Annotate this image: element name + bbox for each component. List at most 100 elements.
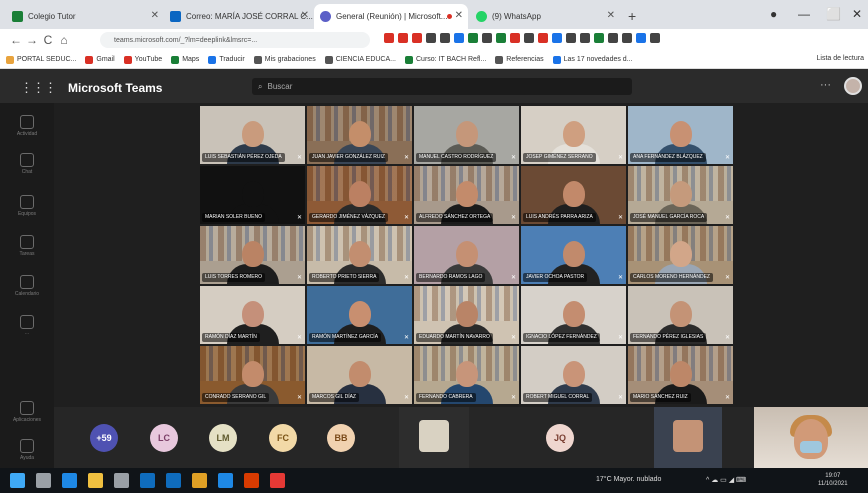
address-bar[interactable]: teams.microsoft.com/_?lm=deeplink&lmsrc=… [100, 32, 370, 48]
bookmark-item[interactable]: Gmail [85, 55, 115, 64]
self-view-video[interactable] [754, 407, 868, 468]
participant-tile[interactable]: Fernando Cabrera ✕ [414, 346, 519, 404]
extension-icon[interactable] [482, 33, 492, 43]
office-icon[interactable] [244, 473, 259, 488]
rail-item[interactable]: Calendario [0, 275, 54, 297]
participant-initials-avatar[interactable]: JQ [546, 424, 574, 452]
clock[interactable]: 19:07 11/10/2021 [818, 472, 848, 488]
system-tray-icons[interactable]: ^ ☁ ▭ ◢ ⌨ [706, 476, 746, 484]
rail-item[interactable]: Equipos [0, 195, 54, 217]
participant-tile[interactable]: Ignacio López Fernández ✕ [521, 286, 626, 344]
bookmark-item[interactable]: Curso: IT BACH Refl... [405, 55, 486, 64]
tab-close-icon[interactable]: ✕ [607, 10, 615, 21]
participant-tile[interactable]: Roberto Prieto Sierra ✕ [307, 226, 412, 284]
bookmark-item[interactable]: CIENCIA EDUCA... [324, 55, 396, 64]
participant-initials-avatar[interactable]: LC [150, 424, 178, 452]
participant-tile[interactable]: Luis Torres Romero ✕ [200, 226, 305, 284]
photos-icon[interactable] [218, 473, 233, 488]
extension-icon[interactable] [524, 33, 534, 43]
participant-tile[interactable]: Gerardo Jiménez Vázquez ✕ [307, 166, 412, 224]
participant-tile[interactable]: Marian Soler Bueno ✕ [200, 166, 305, 224]
reading-list-button[interactable]: Lista de lectura [817, 55, 864, 62]
participant-initials-avatar[interactable]: FC [269, 424, 297, 452]
participant-tile[interactable]: Luis Sebastián Pérez Ojeda ✕ [200, 106, 305, 164]
extension-icon[interactable] [454, 33, 464, 43]
rail-item[interactable]: Aplicaciones [0, 401, 54, 423]
tab-close-icon[interactable]: ✕ [151, 10, 159, 21]
extension-icon[interactable] [412, 33, 422, 43]
task-view-icon[interactable] [36, 473, 51, 488]
participant-tile[interactable]: Mario Sánchez Ruiz ✕ [628, 346, 733, 404]
bookmark-item[interactable]: Traducir [208, 55, 245, 64]
participant-tile[interactable]: Manuel Castro Rodríguez ✕ [414, 106, 519, 164]
extension-icon[interactable] [580, 33, 590, 43]
participant-tile[interactable]: Luis Andrés Parra Ariza ✕ [521, 166, 626, 224]
extension-icon[interactable] [496, 33, 506, 43]
weather-widget[interactable]: 17°C Mayor. nublado [596, 476, 661, 483]
tab-correo[interactable]: Correo: MARÍA JOSÉ CORRAL C... ✕ [164, 4, 314, 29]
participant-tile[interactable]: Eduardo Martín Navarro ✕ [414, 286, 519, 344]
extension-icon[interactable] [440, 33, 450, 43]
chrome-icon[interactable] [192, 473, 207, 488]
extension-icon[interactable] [398, 33, 408, 43]
extension-icon[interactable] [636, 33, 646, 43]
participant-tile[interactable]: Ramón Martínez García ✕ [307, 286, 412, 344]
bookmark-item[interactable]: Las 17 novedades d... [552, 55, 633, 64]
app-launcher-icon[interactable]: ⋮⋮⋮ [20, 80, 57, 96]
participant-tile[interactable]: Josep Giménez Serrano ✕ [521, 106, 626, 164]
tab-teams-meeting[interactable]: General (Reunión) | Microsoft... ✕ [314, 4, 468, 29]
user-avatar[interactable] [844, 77, 862, 95]
extension-icon[interactable] [538, 33, 548, 43]
tab-colegio-tutor[interactable]: Colegio Tutor ✕ [6, 4, 164, 29]
file-explorer-icon[interactable] [88, 473, 103, 488]
participant-tile[interactable]: Ana Fernández Blázquez ✕ [628, 106, 733, 164]
participant-tile[interactable]: Ramón Díaz Martín ✕ [200, 286, 305, 344]
bookmark-item[interactable]: PORTAL SEDUC... [6, 55, 76, 64]
back-button[interactable]: ← [8, 33, 24, 47]
participant-tile[interactable]: Juan Javier González Ruiz ✕ [307, 106, 412, 164]
close-window-button[interactable]: ✕ [852, 7, 862, 21]
windows-start-icon[interactable] [10, 473, 25, 488]
participant-tile[interactable]: Carlos Moreno Hernández ✕ [628, 226, 733, 284]
rail-item[interactable]: Actividad [0, 115, 54, 137]
participant-tile[interactable]: Marcos Gil Díaz ✕ [307, 346, 412, 404]
participant-initials-avatar[interactable]: +59 [90, 424, 118, 452]
extension-icon[interactable] [426, 33, 436, 43]
search-input[interactable]: ⌕ Buscar [252, 78, 632, 95]
profile-icon[interactable]: ● [770, 7, 777, 21]
extension-icon[interactable] [384, 33, 394, 43]
participant-initials-avatar[interactable]: BB [327, 424, 355, 452]
forward-button[interactable]: → [24, 33, 40, 47]
new-tab-button[interactable]: + [628, 8, 636, 24]
bookmark-item[interactable]: Referencias [495, 55, 544, 64]
reload-button[interactable]: C [40, 33, 56, 47]
edge-icon[interactable] [62, 473, 77, 488]
tab-close-icon[interactable]: ✕ [301, 10, 309, 21]
extension-icon[interactable] [566, 33, 576, 43]
participant-tile[interactable]: Bernardo Ramos Lago ✕ [414, 226, 519, 284]
participant-tile[interactable]: Fernando Pérez Iglesias ✕ [628, 286, 733, 344]
outlook-icon[interactable] [140, 473, 155, 488]
rail-item[interactable]: Ayuda [0, 439, 54, 461]
bookmark-item[interactable]: YouTube [123, 55, 162, 64]
extension-icon[interactable] [608, 33, 618, 43]
more-options-icon[interactable]: ··· [820, 79, 831, 91]
tab-whatsapp[interactable]: (9) WhatsApp ✕ [470, 4, 620, 29]
participant-mini-video[interactable] [654, 407, 722, 468]
participant-tile[interactable]: Robert Miguel Corral ✕ [521, 346, 626, 404]
extension-icon[interactable] [468, 33, 478, 43]
participant-mini-video[interactable] [399, 407, 469, 468]
bookmark-item[interactable]: Maps [171, 55, 199, 64]
participant-tile[interactable]: José Manuel García Roca ✕ [628, 166, 733, 224]
opera-icon[interactable] [270, 473, 285, 488]
home-button[interactable]: ⌂ [56, 33, 72, 47]
rail-item[interactable]: Chat [0, 153, 54, 175]
extension-icon[interactable] [510, 33, 520, 43]
extension-icon[interactable] [622, 33, 632, 43]
extension-icon[interactable] [650, 33, 660, 43]
extension-icon[interactable] [552, 33, 562, 43]
mail-icon[interactable] [166, 473, 181, 488]
tab-close-icon[interactable]: ✕ [455, 10, 463, 21]
maximize-button[interactable]: ⬜ [826, 7, 841, 21]
minimize-button[interactable]: — [798, 7, 810, 21]
